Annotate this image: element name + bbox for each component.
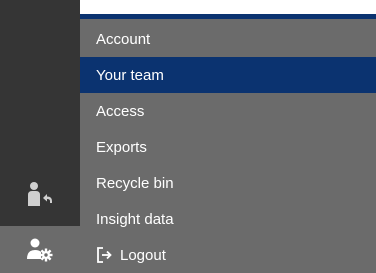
menu-item-access[interactable]: Access	[80, 93, 376, 129]
app-root: Account Your team Access Exports Recycle…	[0, 0, 376, 273]
menu-item-your-team[interactable]: Your team	[80, 57, 376, 93]
switch-user-icon	[28, 181, 52, 206]
menu-item-label: Insight data	[96, 210, 174, 228]
menu-item-exports[interactable]: Exports	[80, 129, 376, 165]
menu-item-label: Your team	[96, 66, 164, 84]
switch-user-button[interactable]	[0, 170, 80, 217]
menu-item-label: Account	[96, 30, 151, 48]
menu-item-label: Access	[96, 102, 145, 120]
menu-item-insight-data[interactable]: Insight data	[80, 201, 376, 237]
menu-item-recycle-bin[interactable]: Recycle bin	[80, 165, 376, 201]
menu-item-label: Recycle bin	[96, 174, 174, 192]
logout-icon	[96, 246, 112, 264]
menu-item-label: Exports	[96, 138, 147, 156]
user-menu: Account Your team Access Exports Recycle…	[80, 21, 376, 273]
menu-item-account[interactable]: Account	[80, 21, 376, 57]
menu-item-label: Logout	[120, 246, 166, 264]
left-rail	[0, 0, 80, 273]
user-settings-button[interactable]	[0, 226, 80, 273]
user-settings-icon	[27, 238, 53, 261]
top-bar-accent	[80, 14, 376, 19]
menu-item-logout[interactable]: Logout	[80, 237, 376, 273]
